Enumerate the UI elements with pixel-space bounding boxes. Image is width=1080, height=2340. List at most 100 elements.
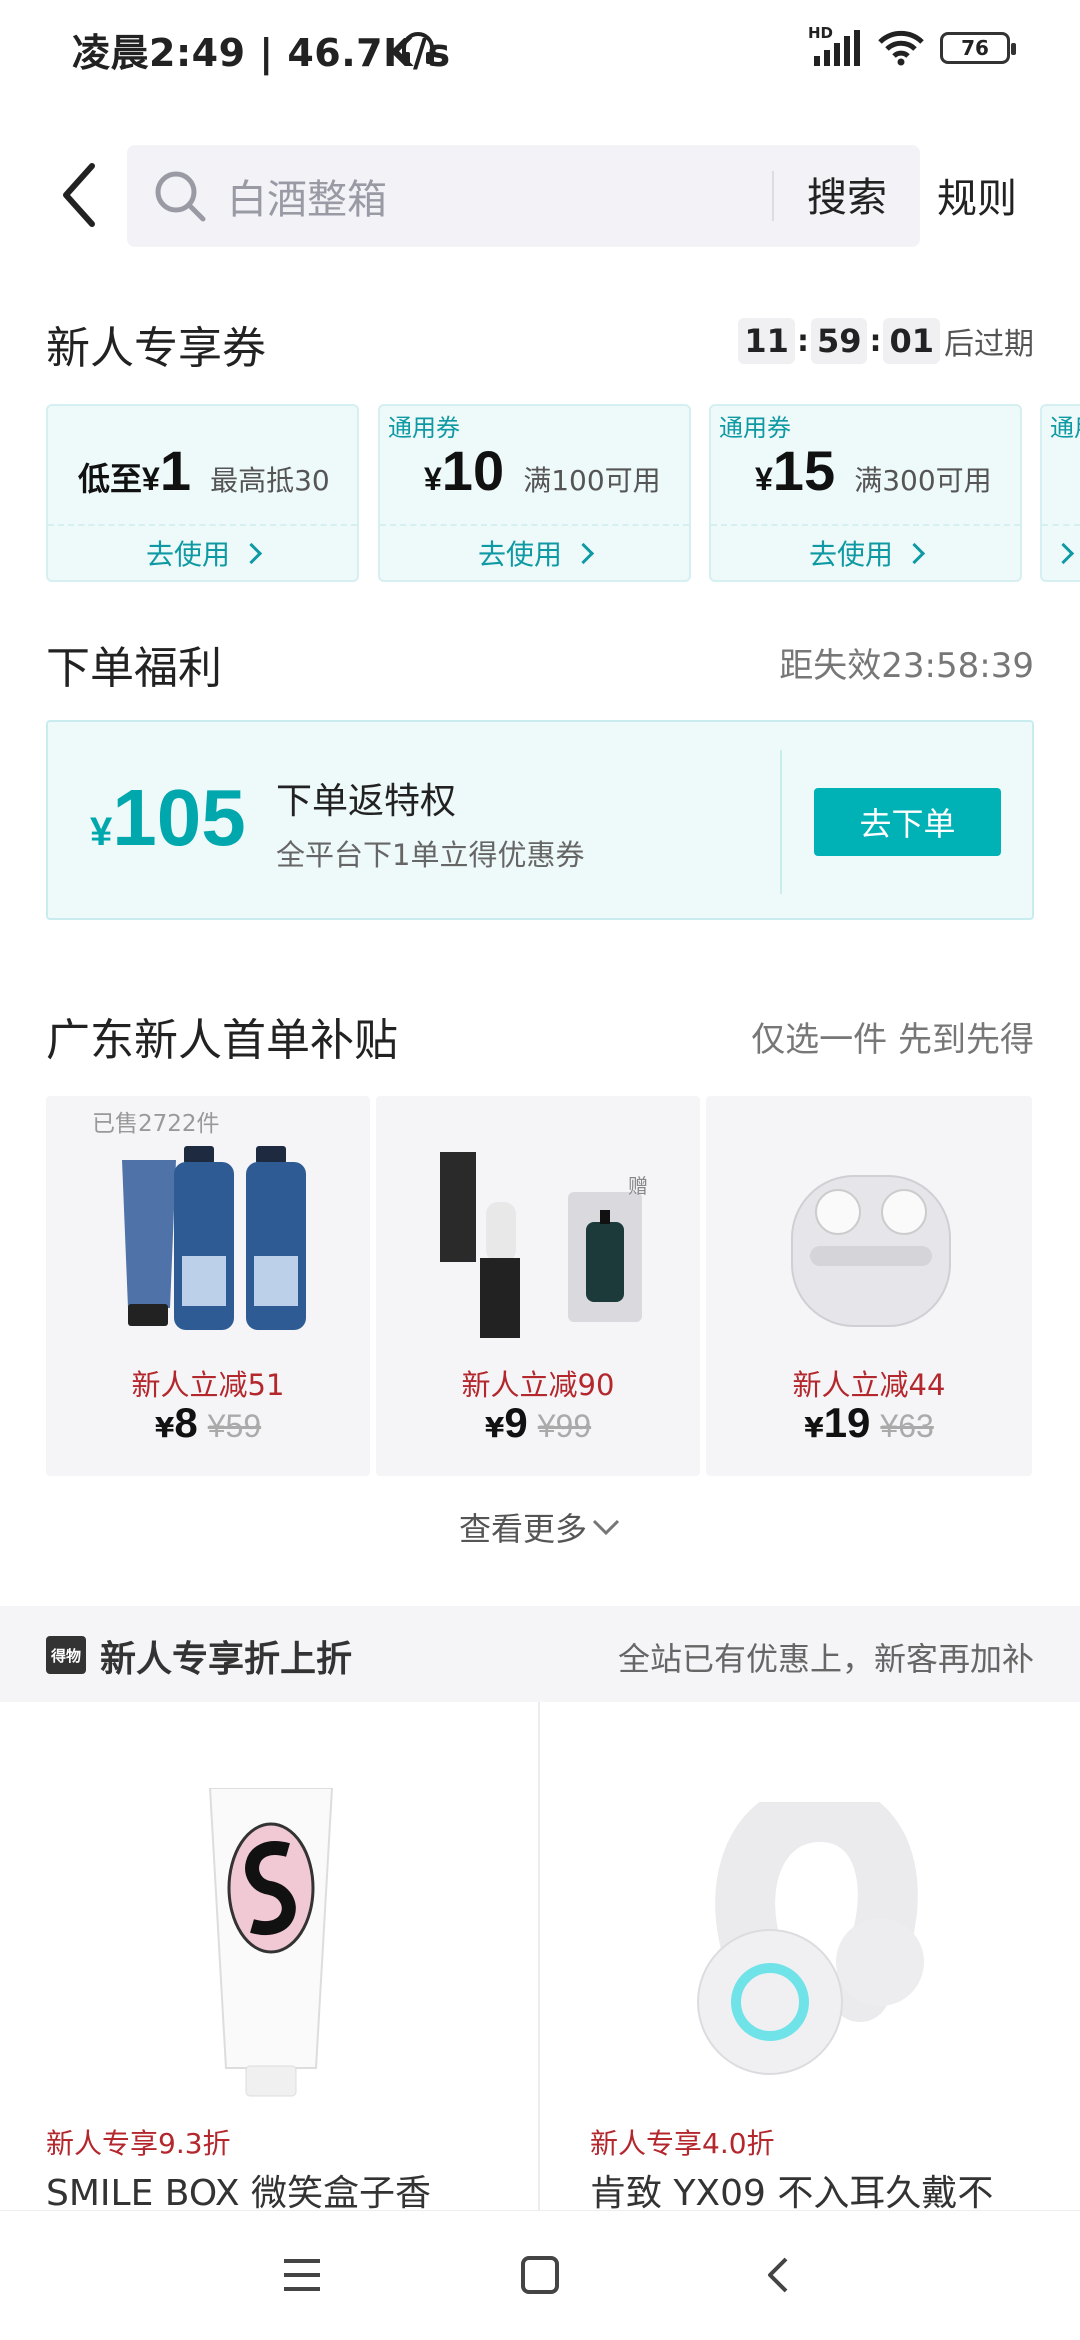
feed-product-card[interactable]: 新人专享4.0折 肯致 YX09 不入耳久戴不 [540, 1702, 1080, 2214]
product-image-toothpaste [206, 1787, 336, 2098]
menu-nav-button[interactable] [282, 2255, 322, 2295]
coupon-condition: 满300可用 [854, 464, 992, 497]
search-input[interactable]: 白酒整箱 [227, 167, 387, 225]
order-benefit-title: 下单福利 [46, 643, 222, 694]
product-price: ¥19 ¥63 [706, 1399, 1032, 1447]
wifi-icon [878, 30, 924, 66]
coupon-face: 低至¥1 最高抵30 [48, 406, 357, 522]
coupon-prefix: 低至¥ [78, 461, 160, 497]
product-image-lipstick [430, 1152, 650, 1352]
product-image-headphone [690, 1781, 940, 2082]
product-promo: 新人立减44 [792, 1368, 946, 1402]
status-time: 凌晨2:49 | 46.7K/s [72, 31, 451, 75]
price-now: 19 [823, 1399, 871, 1446]
discount-section-note: 全站已有优惠上，新客再加补 [617, 1640, 1034, 1678]
countdown-hours: 11 [738, 318, 795, 364]
feed-discount-tag: 新人专享9.3折 [46, 2127, 231, 2160]
benefit-currency: ¥ [90, 810, 113, 854]
coupon-prefix: ¥ [755, 461, 773, 497]
product-card[interactable]: 已售2722件 新人立减51 ¥8 ¥59 [46, 1096, 370, 1476]
price-currency: ¥ [154, 1411, 175, 1444]
coupon-use-button[interactable]: 去使用 [380, 524, 689, 580]
product-image-skincare [106, 1146, 316, 1346]
benefit-amount: 105 [112, 773, 246, 862]
price-old: ¥63 [880, 1408, 934, 1444]
product-promo: 新人立减90 [461, 1368, 615, 1402]
product-card[interactable]: 赠 新人立减90 ¥9 ¥99 [376, 1096, 700, 1476]
status-icons: HD 76 [808, 24, 1016, 66]
coupon-amount: 15 [772, 439, 836, 502]
coupon-card[interactable]: 低至¥1 最高抵30 去使用 [46, 404, 359, 582]
price-currency: ¥ [484, 1411, 505, 1444]
sold-count: 已售2722件 [92, 1111, 220, 1137]
search-icon [151, 167, 209, 225]
coupon-tag: 通用 [1050, 414, 1080, 442]
discount-section-header: 得物 新人专享折上折 全站已有优惠上，新客再加补 [0, 1606, 1080, 1702]
brand-logo-text: 得物 [50, 1646, 81, 1665]
back-nav-button[interactable] [758, 2255, 798, 2295]
coupon-amount: 10 [441, 439, 505, 502]
home-square-icon [521, 2256, 559, 2294]
gift-label: 赠 [628, 1174, 648, 1198]
place-order-button[interactable]: 去下单 [814, 788, 1001, 856]
price-old: ¥99 [537, 1408, 592, 1444]
first-order-title: 广东新人首单补贴 [46, 1015, 398, 1066]
coupon-countdown: 11 : 59 : 01 后过期 [738, 318, 1034, 364]
feed-product-title: 肯致 YX09 不入耳久戴不 [590, 2173, 994, 2214]
coupon-stub [1042, 524, 1080, 580]
home-nav-button[interactable] [520, 2255, 560, 2295]
countdown-minutes: 59 [810, 318, 868, 364]
see-more-button[interactable]: 查看更多 [0, 1504, 1080, 1550]
feed-discount-tag: 新人专享4.0折 [590, 2127, 775, 2160]
benefit-heading: 下单返特权 [276, 781, 457, 822]
headphone-icon [398, 28, 438, 68]
price-old: ¥59 [207, 1408, 262, 1444]
coupon-card[interactable]: 通用券 ¥10 满100可用 去使用 [378, 404, 691, 582]
see-more-label: 查看更多 [458, 1510, 587, 1548]
coupon-face: ¥10 满100可用 [380, 406, 689, 522]
coupon-amount: 1 [159, 439, 191, 502]
coupon-condition: 满100可用 [523, 464, 661, 497]
countdown-separator: : [869, 323, 882, 359]
coupon-prefix: ¥ [424, 461, 442, 497]
product-image-earbuds [786, 1156, 956, 1336]
product-price: ¥8 ¥59 [46, 1399, 370, 1447]
back-button[interactable] [56, 160, 106, 230]
countdown-separator: : [796, 323, 809, 359]
price-currency: ¥ [804, 1411, 824, 1444]
countdown-suffix: 后过期 [944, 327, 1034, 362]
feed-product-card[interactable]: 新人专享9.3折 SMILE BOX 微笑盒子香 [0, 1702, 538, 2214]
coupon-condition: 最高抵30 [210, 464, 330, 497]
rules-link[interactable]: 规则 [937, 166, 1017, 224]
price-now: 8 [174, 1399, 198, 1446]
back-arrow-icon [63, 163, 95, 227]
coupon-card-partial[interactable]: 通用 [1040, 404, 1080, 582]
countdown-seconds: 01 [883, 318, 940, 364]
system-navigation-bar [0, 2210, 1080, 2340]
signal-icon: HD [808, 24, 862, 66]
search-bar[interactable]: 白酒整箱 搜索 [127, 145, 920, 247]
coupon-use-button[interactable]: 去使用 [48, 524, 357, 580]
chevron-down-icon [592, 1519, 620, 1536]
back-chevron-icon [768, 2257, 788, 2293]
search-divider [772, 171, 774, 221]
search-button[interactable]: 搜索 [807, 165, 887, 223]
order-benefit-card[interactable]: ¥105 下单返特权 全平台下1单立得优惠券 去下单 [46, 720, 1034, 920]
feed-product-title: SMILE BOX 微笑盒子香 [46, 2173, 431, 2214]
benefit-description: 全平台下1单立得优惠券 [276, 838, 585, 872]
coupon-face: ¥15 满300可用 [711, 406, 1020, 522]
product-card[interactable]: 新人立减44 ¥19 ¥63 [706, 1096, 1032, 1476]
discount-section-title: 新人专享折上折 [100, 1639, 353, 1680]
product-promo: 新人立减51 [131, 1368, 285, 1402]
price-now: 9 [504, 1399, 528, 1446]
coupons-section-title: 新人专享券 [46, 323, 266, 374]
coupon-card[interactable]: 通用券 ¥15 满300可用 去使用 [709, 404, 1022, 582]
menu-icon [284, 2259, 320, 2291]
brand-logo-icon: 得物 [46, 1636, 86, 1674]
first-order-note: 仅选一件 先到先得 [751, 1020, 1034, 1060]
order-benefit-expiry: 距失效23:58:39 [779, 646, 1034, 686]
battery-icon: 76 [940, 32, 1016, 64]
benefit-divider [780, 750, 782, 894]
product-price: ¥9 ¥99 [376, 1399, 700, 1447]
coupon-use-button[interactable]: 去使用 [711, 524, 1020, 580]
